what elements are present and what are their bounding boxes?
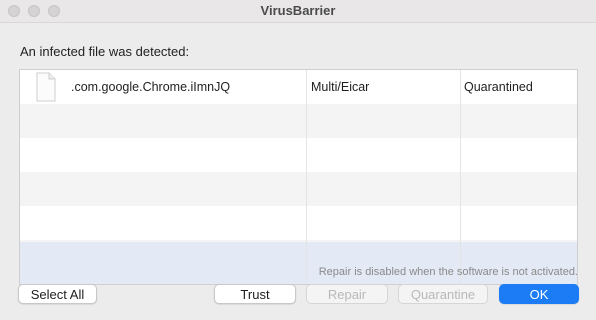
- status-cell: Quarantined: [464, 80, 533, 94]
- window-titlebar: VirusBarrier: [0, 0, 596, 23]
- document-icon: [36, 72, 56, 102]
- dialog-heading: An infected file was detected:: [20, 44, 190, 59]
- table-row[interactable]: .com.google.Chrome.iImnJQ Multi/Eicar Qu…: [20, 70, 577, 104]
- column-divider: [306, 70, 307, 284]
- select-all-button[interactable]: Select All: [18, 284, 97, 304]
- activation-note: Repair is disabled when the software is …: [318, 266, 578, 278]
- table-row-empty: [20, 138, 577, 172]
- dialog-content: An infected file was detected: .com.goog…: [0, 23, 596, 320]
- threat-name-cell: Multi/Eicar: [311, 80, 370, 94]
- infected-files-table[interactable]: .com.google.Chrome.iImnJQ Multi/Eicar Qu…: [19, 69, 578, 285]
- column-divider: [460, 70, 461, 284]
- window-title: VirusBarrier: [260, 3, 336, 18]
- ok-button[interactable]: OK: [499, 284, 579, 304]
- table-row-empty: [20, 172, 577, 206]
- repair-button[interactable]: Repair: [306, 284, 388, 304]
- trust-button[interactable]: Trust: [214, 284, 296, 304]
- file-name-cell: .com.google.Chrome.iImnJQ: [71, 80, 231, 94]
- quarantine-button[interactable]: Quarantine: [398, 284, 488, 304]
- table-row-empty: [20, 206, 577, 240]
- table-selection-row: [20, 242, 577, 284]
- table-row-empty: [20, 104, 577, 138]
